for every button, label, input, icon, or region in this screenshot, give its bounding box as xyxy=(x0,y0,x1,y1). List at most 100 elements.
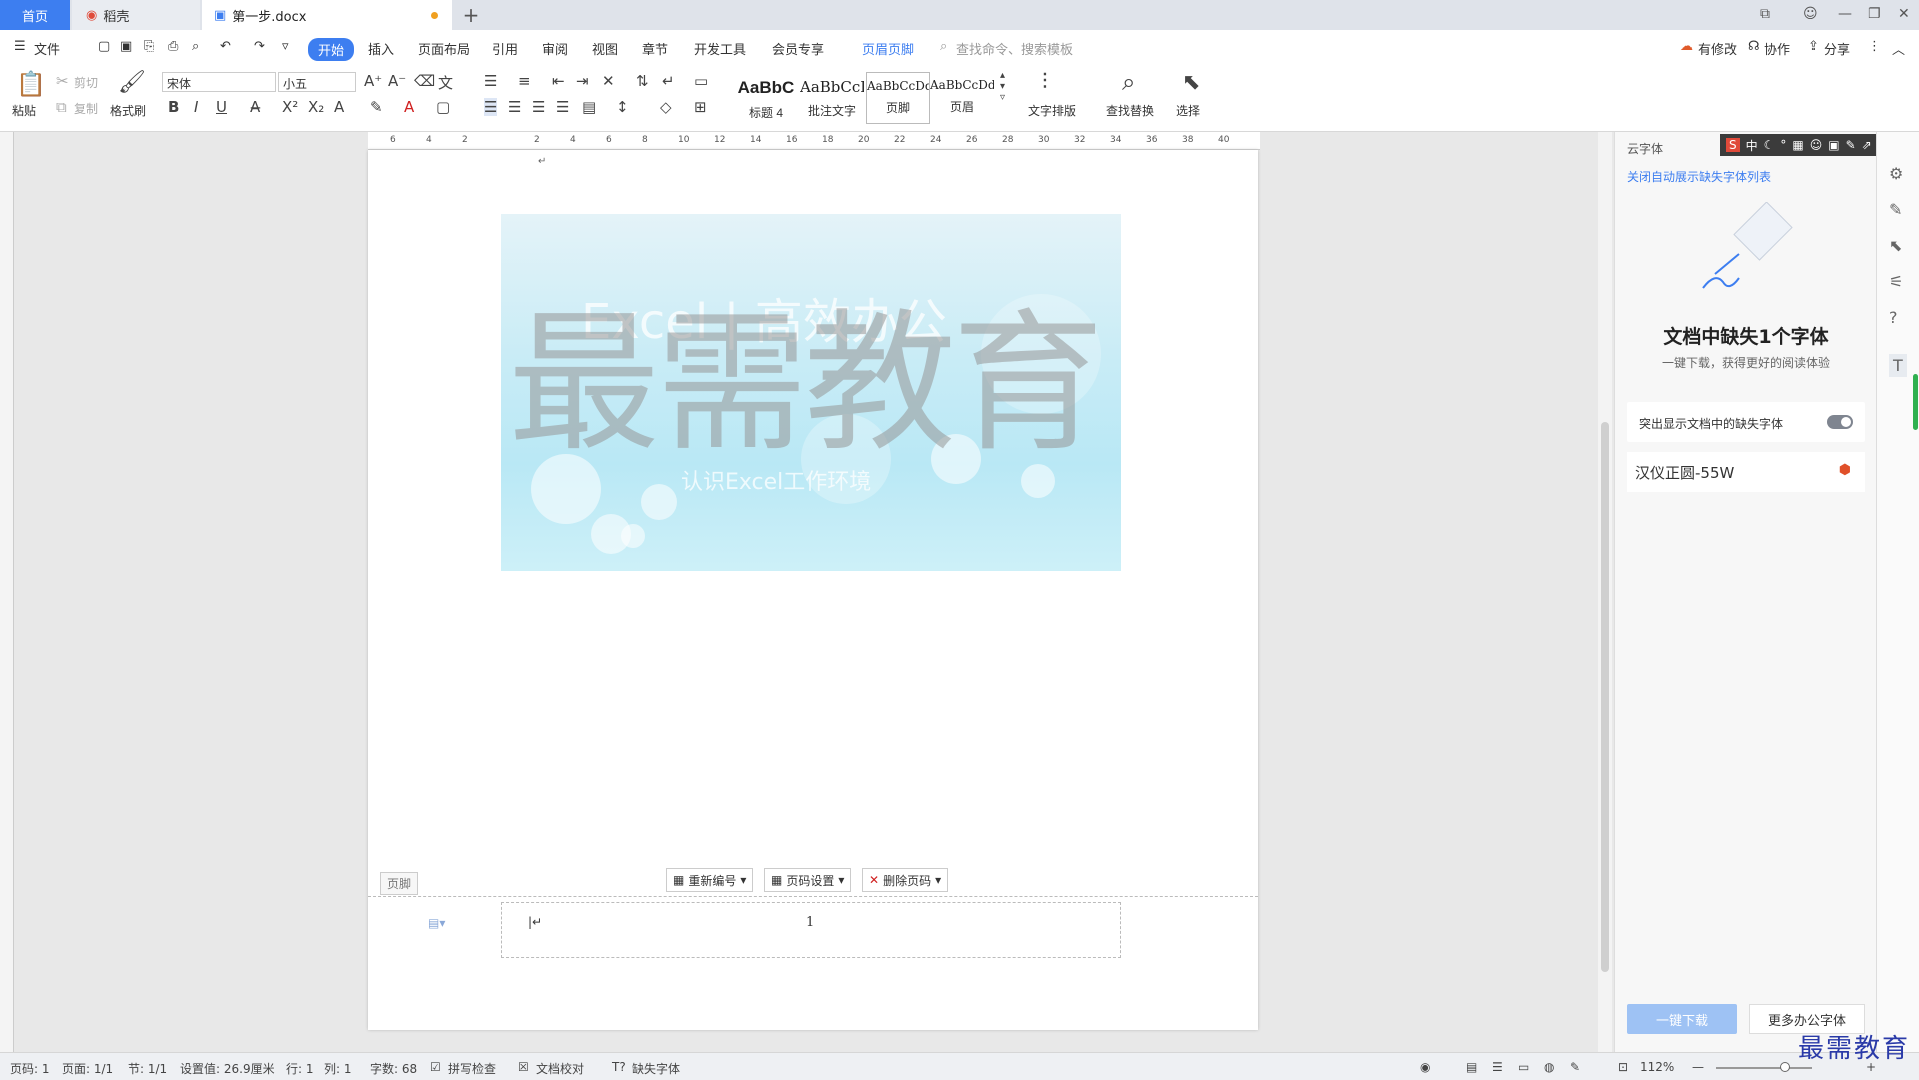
char-border-icon[interactable]: ▢ xyxy=(436,98,450,116)
close-auto-list-link[interactable]: 关闭自动展示缺失字体列表 xyxy=(1627,168,1771,185)
align-right-icon[interactable]: ☰ xyxy=(532,98,545,116)
menu-devtools[interactable]: 开发工具 xyxy=(694,39,746,58)
collab-button[interactable]: 协作 xyxy=(1764,39,1790,58)
shrink-font-icon[interactable]: A⁻ xyxy=(388,72,406,90)
shading-icon[interactable]: ◇ xyxy=(660,98,672,116)
more-icon[interactable]: ⋮ xyxy=(1868,39,1881,54)
hamburger-icon[interactable]: ☰ xyxy=(14,39,26,54)
chinese-layout-icon[interactable]: ✕ xyxy=(602,72,615,90)
style-header[interactable]: AaBbCcDd 页眉 xyxy=(930,72,994,124)
missing-font-item[interactable]: 汉仪正圆-55W ⬢ xyxy=(1627,452,1865,492)
table-icon[interactable]: ▭ xyxy=(694,72,708,90)
show-marks-icon[interactable]: ↵ xyxy=(662,72,675,90)
status-setting[interactable]: 设置值: 26.9厘米 xyxy=(180,1060,275,1077)
new-tab-button[interactable]: + xyxy=(458,0,484,30)
zoom-level[interactable]: 112% xyxy=(1640,1060,1674,1074)
zoom-out-icon[interactable]: — xyxy=(1692,1060,1704,1074)
bold-icon[interactable]: B xyxy=(168,98,179,116)
line-spacing-icon[interactable]: ↕ xyxy=(616,98,629,116)
sliders-icon[interactable]: ⚟ xyxy=(1889,272,1903,291)
highlight-missing-toggle[interactable] xyxy=(1827,415,1853,429)
footer-insert-icon[interactable]: ▤▾ xyxy=(428,916,445,930)
tab-home[interactable]: 首页 xyxy=(0,0,70,30)
justify-icon[interactable]: ☰ xyxy=(556,98,569,116)
delete-page-number-button[interactable]: ✕ 删除页码 ▾ xyxy=(862,868,949,892)
scroll-thumb[interactable] xyxy=(1601,422,1609,972)
menu-review[interactable]: 审阅 xyxy=(542,39,568,58)
style-footer[interactable]: AaBbCcDd 页脚 xyxy=(866,72,930,124)
collapse-ribbon-icon[interactable]: ︿ xyxy=(1892,39,1905,58)
cut-button[interactable]: 剪切 xyxy=(74,74,98,91)
read-view-icon[interactable]: ▭ xyxy=(1518,1060,1529,1074)
settings-icon[interactable]: ⚙ xyxy=(1889,164,1903,183)
page-view-icon[interactable]: ▤ xyxy=(1466,1060,1477,1074)
one-click-download-button[interactable]: 一键下载 xyxy=(1627,1004,1737,1034)
numbering-icon[interactable]: ≡ xyxy=(518,72,531,90)
subscript-icon[interactable]: X₂ xyxy=(308,98,324,116)
font-color-icon[interactable]: A xyxy=(404,98,414,116)
borders-icon[interactable]: ⊞ xyxy=(694,98,707,116)
new-doc-icon[interactable]: ▢ xyxy=(98,39,110,54)
panel-title[interactable]: 云字体 xyxy=(1627,140,1663,157)
strikethrough-icon[interactable]: A̶ xyxy=(250,98,260,116)
decrease-indent-icon[interactable]: ⇤ xyxy=(552,72,565,90)
cursor-select-icon[interactable]: ⬉ xyxy=(1889,236,1902,255)
menu-view[interactable]: 视图 xyxy=(592,39,618,58)
menu-header-footer[interactable]: 页眉页脚 xyxy=(862,39,914,58)
vertical-scrollbar[interactable] xyxy=(1598,132,1612,1052)
fit-page-icon[interactable]: ⊡ xyxy=(1618,1060,1628,1074)
web-view-icon[interactable]: ◍ xyxy=(1544,1060,1554,1074)
select-button[interactable]: 选择 xyxy=(1176,102,1200,119)
spell-check-button[interactable]: 拼写检查 xyxy=(448,1060,496,1077)
paste-icon[interactable]: 📋 xyxy=(16,70,46,98)
has-changes-button[interactable]: 有修改 xyxy=(1698,39,1737,58)
format-painter-button[interactable]: 格式刷 xyxy=(110,102,146,119)
more-quick-icon[interactable]: ▿ xyxy=(282,39,289,54)
menu-reference[interactable]: 引用 xyxy=(492,39,518,58)
style-comment-text[interactable]: AaBbCcI 批注文字 xyxy=(800,72,864,124)
document-page[interactable]: ↵ Excel | 高效办公 认识Excel工作环境 最需教育 页脚 ▦ 重新编号… xyxy=(368,150,1258,1030)
align-center-icon[interactable]: ☰ xyxy=(508,98,521,116)
superscript-icon[interactable]: X² xyxy=(282,98,298,116)
preview-icon[interactable]: ⌕ xyxy=(192,39,199,54)
minimize-icon[interactable]: — xyxy=(1838,6,1852,22)
eye-icon[interactable]: ◉ xyxy=(1420,1060,1430,1074)
highlight-icon[interactable]: ✎ xyxy=(370,98,383,116)
distribute-icon[interactable]: ▤ xyxy=(582,98,596,116)
pen-icon[interactable]: ✎ xyxy=(1889,200,1902,219)
renumber-button[interactable]: ▦ 重新编号 ▾ xyxy=(666,868,754,892)
menu-start[interactable]: 开始 xyxy=(308,38,355,61)
find-replace-button[interactable]: 查找替换 xyxy=(1106,102,1154,119)
align-left-icon[interactable]: ☰ xyxy=(484,98,498,116)
write-view-icon[interactable]: ✎ xyxy=(1570,1060,1580,1074)
font-size-select[interactable]: 小五 xyxy=(278,72,356,92)
close-icon[interactable]: ✕ xyxy=(1898,6,1910,22)
italic-icon[interactable]: I xyxy=(194,98,198,116)
avatar[interactable]: ☺ xyxy=(1803,6,1818,22)
zoom-slider[interactable] xyxy=(1716,1067,1812,1069)
save-icon[interactable]: ▣ xyxy=(120,39,132,54)
download-badge-icon[interactable]: ⬢ xyxy=(1839,462,1851,478)
menu-member[interactable]: 会员专享 xyxy=(772,39,824,58)
grow-font-icon[interactable]: A⁺ xyxy=(364,72,382,90)
help-icon[interactable]: ? xyxy=(1889,308,1898,327)
redo-icon[interactable]: ↷ xyxy=(254,39,265,54)
font-t-icon[interactable]: T xyxy=(1889,354,1907,377)
tab-document[interactable]: ▣ 第一步.docx xyxy=(202,0,452,30)
outline-view-icon[interactable]: ☰ xyxy=(1492,1060,1503,1074)
footer-content[interactable]: |↵ 1 xyxy=(501,902,1121,958)
clear-format-icon[interactable]: ⌫ xyxy=(414,72,435,90)
horizontal-ruler[interactable]: 6 4 2 2 4 6 8 10 12 14 16 18 20 22 24 26 28 30 32 34 36 38 40 xyxy=(368,132,1260,150)
text-layout-button[interactable]: 文字排版 xyxy=(1028,102,1076,119)
restore-icon[interactable]: ❐ xyxy=(1868,6,1881,22)
share-button[interactable]: 分享 xyxy=(1824,39,1850,58)
page-setup-button[interactable]: ▦ 页码设置 ▾ xyxy=(764,868,852,892)
tab-daoke[interactable]: ◉ 稻壳 xyxy=(72,0,200,30)
increase-indent-icon[interactable]: ⇥ xyxy=(576,72,589,90)
window-layout-icon[interactable]: ⧉ xyxy=(1760,6,1770,22)
undo-icon[interactable]: ↶ xyxy=(220,39,231,54)
menu-file[interactable]: 文件 xyxy=(34,39,60,58)
vertical-ruler[interactable] xyxy=(0,132,14,1052)
print-icon[interactable]: ⎙ xyxy=(168,39,178,54)
paste-button[interactable]: 粘贴 xyxy=(12,102,36,119)
